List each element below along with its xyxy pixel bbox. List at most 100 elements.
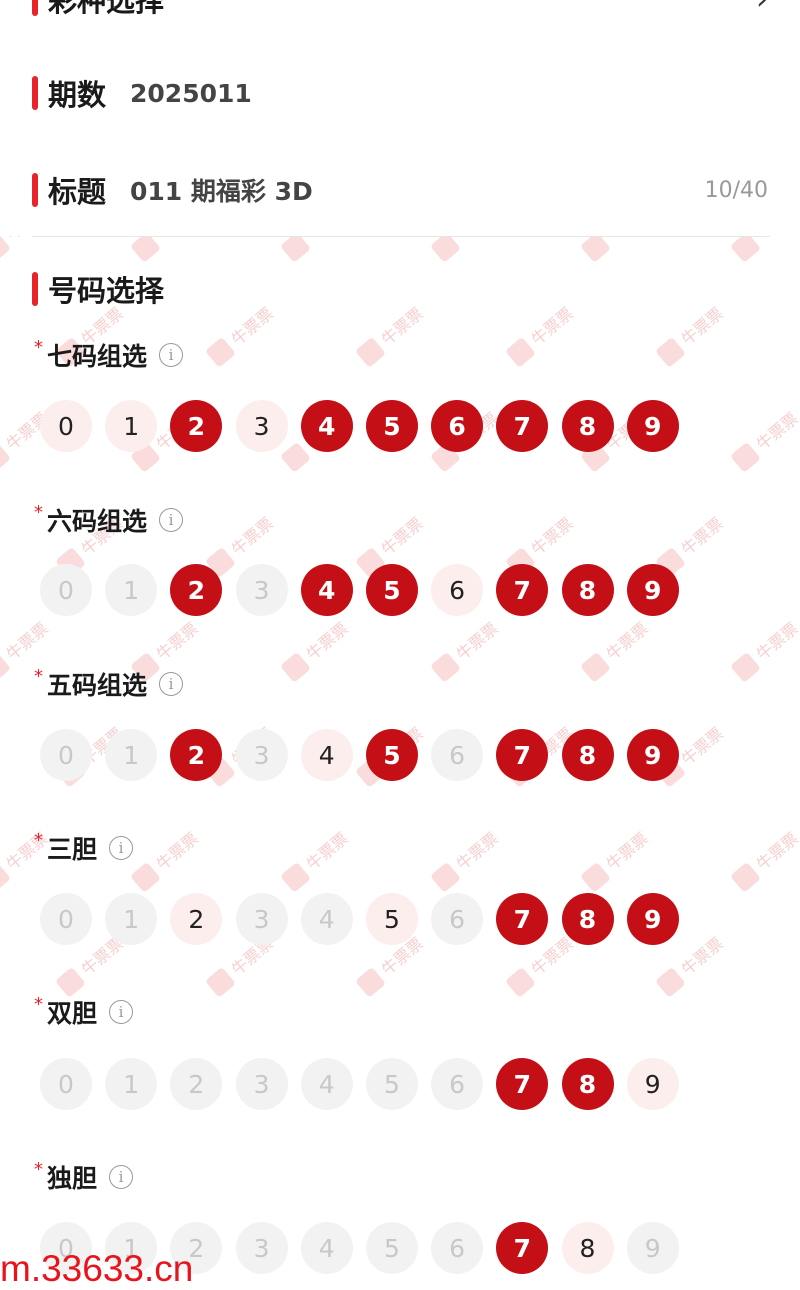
number-ball[interactable]: 7 — [496, 564, 549, 616]
number-ball[interactable]: 1 — [105, 1058, 158, 1110]
watermark-tile: 牛票票 — [506, 304, 577, 367]
number-ball[interactable]: 8 — [561, 400, 614, 452]
number-ball[interactable]: 7 — [496, 893, 549, 945]
info-icon[interactable]: i — [159, 343, 184, 367]
number-ball[interactable]: 5 — [365, 1058, 418, 1110]
number-ball[interactable]: 9 — [626, 564, 679, 616]
number-ball[interactable]: 3 — [235, 893, 288, 945]
section-title: 七码组选 — [47, 342, 148, 371]
number-ball[interactable]: 7 — [496, 1222, 549, 1274]
number-ball[interactable]: 5 — [365, 400, 418, 452]
number-ball[interactable]: 4 — [300, 893, 353, 945]
number-ball[interactable]: 7 — [496, 1058, 549, 1110]
period-value[interactable]: 2025011 — [130, 79, 252, 108]
number-ball[interactable]: 8 — [561, 1058, 614, 1110]
info-icon[interactable]: i — [159, 672, 184, 696]
svg-text:牛票票: 牛票票 — [603, 619, 652, 664]
svg-text:牛票票: 牛票票 — [453, 829, 502, 874]
number-ball[interactable]: 3 — [235, 729, 288, 781]
number-ball[interactable]: 9 — [626, 893, 679, 945]
number-ball[interactable]: 0 — [40, 1058, 92, 1110]
number-ball[interactable]: 5 — [365, 893, 418, 945]
number-ball[interactable]: 5 — [365, 729, 418, 781]
watermark-tile: 牛票票 — [731, 236, 800, 262]
number-ball[interactable]: 0 — [40, 564, 92, 616]
info-icon[interactable]: i — [109, 836, 134, 860]
svg-text:牛票票: 牛票票 — [228, 514, 277, 559]
svg-text:牛票票: 牛票票 — [753, 236, 800, 244]
section-label: * 双胆 i — [34, 994, 134, 1030]
number-ball[interactable]: 8 — [561, 893, 614, 945]
svg-text:牛票票: 牛票票 — [228, 304, 277, 349]
number-ball[interactable]: 9 — [626, 1222, 679, 1274]
svg-text:牛票票: 牛票票 — [528, 304, 577, 349]
watermark-tile: 牛票票 — [431, 236, 502, 262]
number-ball[interactable]: 3 — [235, 564, 288, 616]
number-ball[interactable]: 4 — [300, 1222, 353, 1274]
number-ball[interactable]: 1 — [105, 893, 158, 945]
number-ball[interactable]: 4 — [300, 400, 353, 452]
number-ball[interactable]: 1 — [105, 400, 158, 452]
number-ball[interactable]: 5 — [365, 1222, 418, 1274]
watermark-tile: 牛票票 — [131, 236, 202, 262]
number-ball[interactable]: 1 — [105, 729, 158, 781]
info-icon[interactable]: i — [109, 1000, 134, 1024]
number-ball[interactable]: 7 — [496, 400, 549, 452]
svg-text:牛票票: 牛票票 — [153, 236, 202, 244]
ball-row: 0123456789 — [40, 893, 692, 945]
number-ball[interactable]: 8 — [561, 1222, 614, 1274]
number-ball[interactable]: 1 — [105, 564, 158, 616]
number-ball[interactable]: 6 — [431, 1222, 484, 1274]
number-ball[interactable]: 3 — [235, 400, 288, 452]
number-ball[interactable]: 0 — [40, 893, 92, 945]
number-ball[interactable]: 0 — [40, 729, 92, 781]
svg-text:牛票票: 牛票票 — [453, 236, 502, 244]
number-ball[interactable]: 3 — [235, 1058, 288, 1110]
period-label: 期数 — [48, 78, 107, 112]
section-title: 独胆 — [47, 1164, 98, 1193]
required-star: * — [34, 994, 43, 1015]
info-icon[interactable]: i — [109, 1165, 134, 1189]
svg-text:牛票票: 牛票票 — [303, 619, 352, 664]
number-ball[interactable]: 7 — [496, 729, 549, 781]
section-label: * 七码组选 i — [34, 337, 184, 373]
number-ball[interactable]: 4 — [300, 1058, 353, 1110]
watermark-tile: 牛票票 — [581, 829, 652, 892]
required-star: * — [34, 502, 43, 523]
number-ball[interactable]: 8 — [561, 729, 614, 781]
number-ball[interactable]: 2 — [170, 729, 223, 781]
lottery-type-row[interactable]: 彩种选择 › — [32, 0, 768, 20]
number-ball[interactable]: 6 — [431, 400, 484, 452]
number-ball[interactable]: 3 — [235, 1222, 288, 1274]
number-ball[interactable]: 6 — [431, 893, 484, 945]
number-ball[interactable]: 8 — [561, 564, 614, 616]
watermark-tile: 牛票票 — [731, 829, 800, 892]
svg-text:牛票票: 牛票票 — [753, 829, 800, 874]
number-ball[interactable]: 2 — [170, 893, 223, 945]
number-ball[interactable]: 2 — [170, 1058, 223, 1110]
number-ball[interactable]: 9 — [626, 400, 679, 452]
info-icon[interactable]: i — [159, 508, 184, 532]
number-ball[interactable]: 4 — [300, 729, 353, 781]
svg-text:牛票票: 牛票票 — [453, 619, 502, 664]
number-ball[interactable]: 2 — [170, 564, 223, 616]
number-ball[interactable]: 6 — [431, 1058, 484, 1110]
number-ball[interactable]: 0 — [40, 400, 92, 452]
number-ball[interactable]: 4 — [300, 564, 353, 616]
lottery-type-label: 彩种选择 — [48, 0, 165, 18]
chevron-right-icon[interactable]: › — [756, 0, 768, 17]
section-title: 六码组选 — [47, 507, 148, 536]
number-ball[interactable]: 6 — [431, 729, 484, 781]
number-ball[interactable]: 2 — [170, 400, 223, 452]
number-ball[interactable]: 6 — [431, 564, 484, 616]
watermark-tile: 牛票票 — [581, 236, 652, 262]
section-label: * 五码组选 i — [34, 666, 184, 702]
watermark-tile: 牛票票 — [581, 619, 652, 682]
number-ball[interactable]: 9 — [626, 729, 679, 781]
number-ball[interactable]: 5 — [365, 564, 418, 616]
number-select-label: 号码选择 — [48, 274, 165, 308]
footer-url: m.33633.cn — [0, 1248, 194, 1289]
title-input[interactable]: 011 期福彩 3D — [130, 172, 313, 208]
accent-bar — [32, 76, 38, 110]
number-ball[interactable]: 9 — [626, 1058, 679, 1110]
